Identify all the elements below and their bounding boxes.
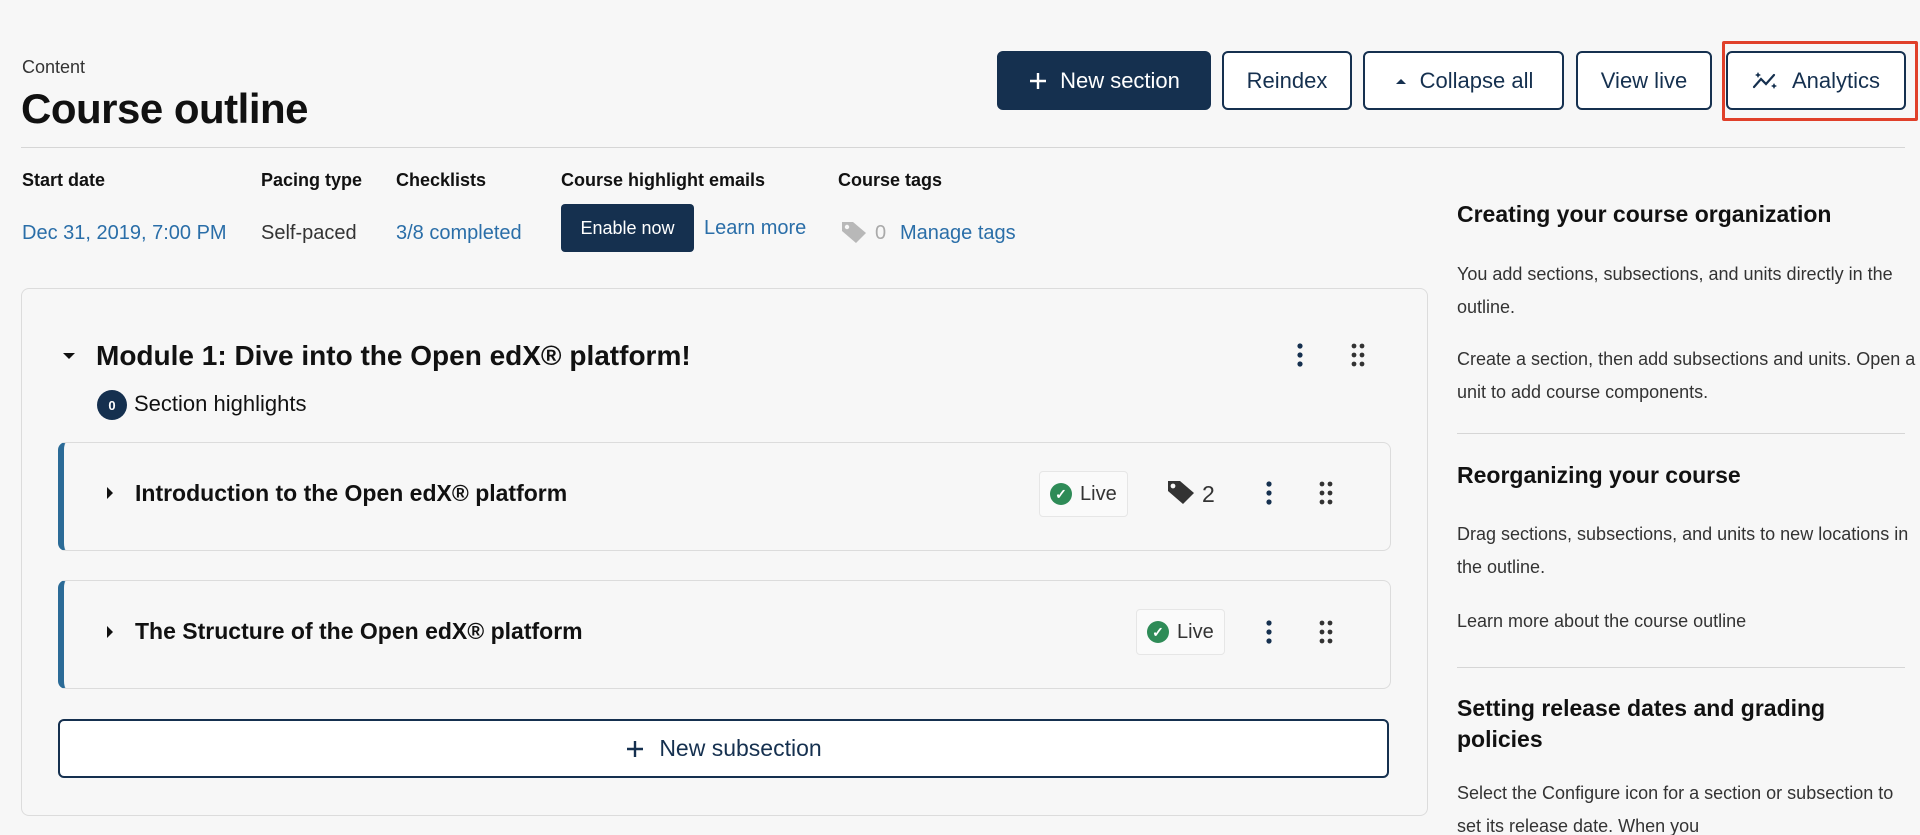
highlight-emails-label: Course highlight emails: [561, 170, 766, 190]
highlight-box: [1722, 41, 1918, 121]
sidebar-divider: [1457, 667, 1905, 668]
learn-more-link[interactable]: Learn more: [704, 217, 806, 240]
subsection-title: The Structure of the Open edX® platform: [135, 618, 583, 644]
new-section-label: New section: [1060, 67, 1180, 93]
course-tags-label: Course tags: [838, 170, 943, 190]
view-live-label: View live: [1600, 67, 1688, 93]
start-date-link[interactable]: Dec 31, 2019, 7:00 PM: [22, 222, 227, 245]
checklists-link[interactable]: 3/8 completed: [396, 222, 522, 245]
status-badge: ✓ Live: [1039, 471, 1128, 517]
tags-count: 0: [875, 222, 887, 244]
plus-icon: [627, 740, 644, 757]
sidebar-divider: [1457, 433, 1905, 434]
tag-icon: [1166, 478, 1196, 511]
status-label: Live: [1080, 482, 1117, 505]
subsection-kebab-icon[interactable]: [1264, 479, 1274, 512]
sidebar-heading: Creating your course organization: [1457, 201, 1832, 227]
subsection-drag-handle-icon[interactable]: [1318, 618, 1334, 651]
sidebar-heading: Setting release dates and grading polici…: [1457, 695, 1826, 752]
subsection-drag-handle-icon[interactable]: [1318, 479, 1334, 512]
learn-more-outline-link[interactable]: Learn more about the course outline: [1457, 605, 1917, 638]
breadcrumb: Content: [22, 57, 86, 77]
new-section-button[interactable]: New section: [997, 51, 1211, 110]
new-subsection-button[interactable]: New subsection: [58, 719, 1389, 778]
new-subsection-label: New subsection: [659, 735, 822, 761]
start-date-label: Start date: [22, 170, 106, 190]
checklists-label: Checklists: [396, 170, 487, 190]
sidebar-heading: Reorganizing your course: [1457, 462, 1741, 488]
pacing-type-value: Self-paced: [261, 222, 357, 244]
sidebar-paragraph: Drag sections, subsections, and units to…: [1457, 524, 1909, 577]
plus-icon: [1030, 72, 1047, 89]
page-title: Course outline: [21, 85, 309, 132]
caret-down-icon[interactable]: [62, 348, 76, 366]
status-badge: ✓ Live: [1136, 609, 1225, 655]
caret-up-icon: [1395, 78, 1406, 84]
pacing-type-label: Pacing type: [261, 170, 363, 190]
section-title: Module 1: Dive into the Open edX® platfo…: [96, 340, 691, 371]
divider: [21, 147, 1905, 148]
check-circle-icon: ✓: [1050, 483, 1072, 505]
section-highlights-label[interactable]: Section highlights: [134, 391, 306, 417]
section-kebab-icon[interactable]: [1295, 341, 1305, 374]
tag-icon: [840, 219, 868, 250]
subsection-title: Introduction to the Open edX® platform: [135, 480, 568, 506]
enable-now-button[interactable]: Enable now: [561, 204, 694, 252]
caret-right-icon[interactable]: [105, 625, 115, 644]
sidebar-paragraph: Select the Configure icon for a section …: [1457, 783, 1894, 835]
sidebar-paragraph: Create a section, then add subsections a…: [1457, 349, 1916, 402]
caret-right-icon[interactable]: [105, 486, 115, 505]
view-live-button[interactable]: View live: [1576, 51, 1712, 110]
tag-count: 2: [1202, 481, 1215, 507]
reindex-label: Reindex: [1246, 67, 1328, 93]
manage-tags-link[interactable]: Manage tags: [900, 222, 1016, 245]
highlights-count-badge[interactable]: 0: [97, 390, 127, 420]
sidebar-paragraph: You add sections, subsections, and units…: [1457, 264, 1893, 317]
status-label: Live: [1177, 620, 1214, 643]
subsection-kebab-icon[interactable]: [1264, 618, 1274, 651]
section-drag-handle-icon[interactable]: [1350, 341, 1366, 374]
collapse-all-label: Collapse all: [1419, 67, 1534, 93]
reindex-button[interactable]: Reindex: [1222, 51, 1352, 110]
collapse-all-button[interactable]: Collapse all: [1363, 51, 1564, 110]
check-circle-icon: ✓: [1147, 621, 1169, 643]
